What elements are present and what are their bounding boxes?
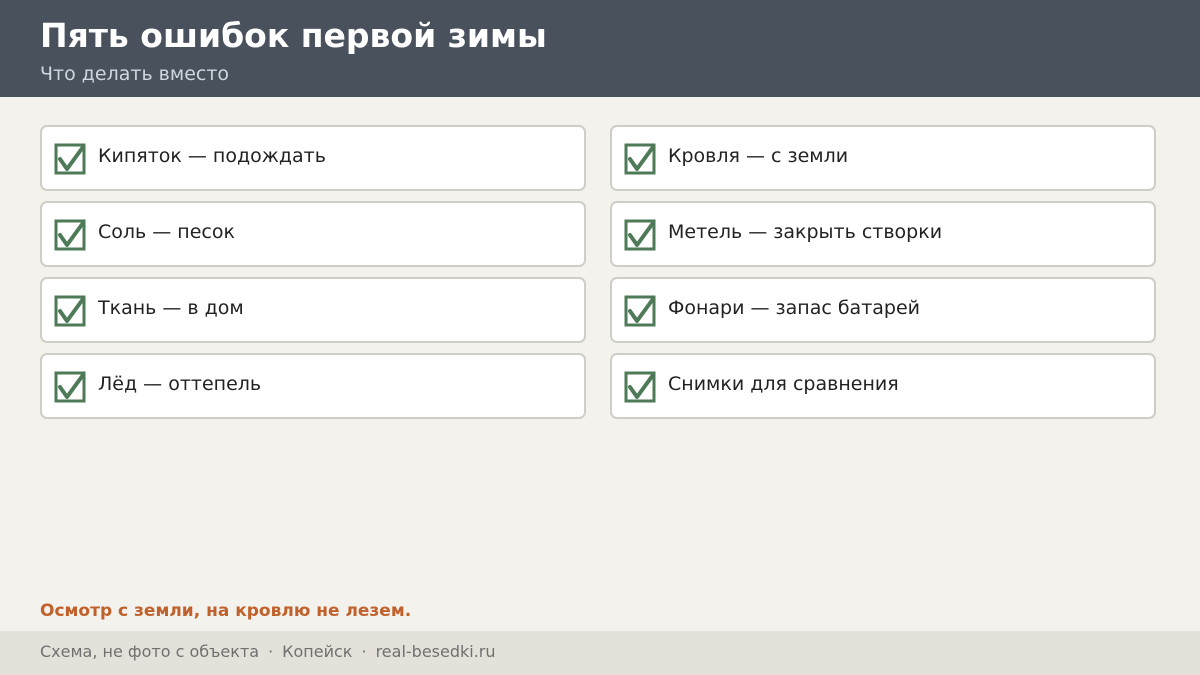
checkbox-checked-icon bbox=[624, 371, 656, 403]
footer-bar: Схема, не фото с объекта · Копейск · real-be… bbox=[0, 631, 1200, 675]
checkbox-checked-icon bbox=[54, 219, 86, 251]
checkbox-checked-icon bbox=[624, 219, 656, 251]
footer-disclaimer: Схема, не фото с объекта bbox=[40, 642, 260, 661]
checklist-item-label: Метель — закрыть створки bbox=[668, 221, 943, 243]
checklist-item-blizzard: Метель — закрыть створки bbox=[610, 201, 1156, 267]
checklist-grid: Кипяток — подождать Кровля — с земли Сол… bbox=[40, 125, 1156, 419]
checklist-item-label: Кипяток — подождать bbox=[98, 145, 326, 167]
checkbox-checked-icon bbox=[54, 143, 86, 175]
footer-separator: · bbox=[361, 642, 367, 661]
footer-city: Копейск bbox=[282, 642, 353, 661]
checklist-item-fabric: Ткань — в дом bbox=[40, 277, 586, 343]
checklist-item-label: Снимки для сравнения bbox=[668, 373, 899, 395]
footer-site: real-besedki.ru bbox=[375, 642, 496, 661]
footer-text: Схема, не фото с объекта · Копейск · real-be… bbox=[40, 641, 496, 663]
checklist-item-roof: Кровля — с земли bbox=[610, 125, 1156, 191]
footer-separator: · bbox=[268, 642, 274, 661]
checklist-item-salt: Соль — песок bbox=[40, 201, 586, 267]
page-title: Пять ошибок первой зимы bbox=[40, 16, 547, 55]
checkbox-checked-icon bbox=[54, 295, 86, 327]
checklist-item-ice: Лёд — оттепель bbox=[40, 353, 586, 419]
checkbox-checked-icon bbox=[624, 295, 656, 327]
checkbox-checked-icon bbox=[54, 371, 86, 403]
checklist-item-label: Соль — песок bbox=[98, 221, 235, 243]
safety-note: Осмотр с земли, на кровлю не лезем. bbox=[40, 601, 412, 621]
checklist-item-label: Лёд — оттепель bbox=[98, 373, 262, 395]
checklist-item-photos: Снимки для сравнения bbox=[610, 353, 1156, 419]
checkbox-checked-icon bbox=[624, 143, 656, 175]
checklist-item-label: Фонари — запас батарей bbox=[668, 297, 921, 319]
checklist-item-lanterns: Фонари — запас батарей bbox=[610, 277, 1156, 343]
page-subtitle: Что делать вместо bbox=[40, 63, 230, 85]
header-bar: Пять ошибок первой зимы Что делать вмест… bbox=[0, 0, 1200, 97]
checklist-item-boiling-water: Кипяток — подождать bbox=[40, 125, 586, 191]
checklist-item-label: Ткань — в дом bbox=[98, 297, 244, 319]
checklist-item-label: Кровля — с земли bbox=[668, 145, 849, 167]
